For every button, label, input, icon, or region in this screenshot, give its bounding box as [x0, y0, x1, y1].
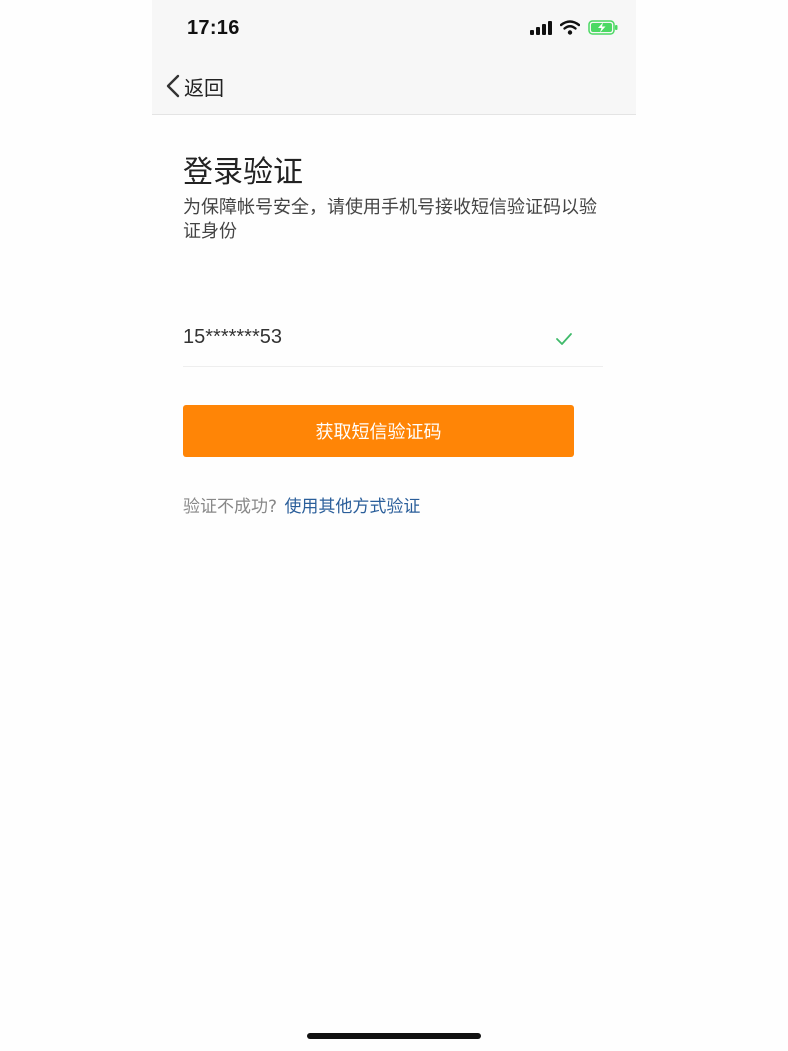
battery-charging-icon [588, 20, 618, 35]
home-indicator[interactable] [307, 1033, 481, 1039]
back-label: 返回 [184, 75, 224, 100]
back-button[interactable]: 返回 [166, 70, 224, 102]
status-time: 17:16 [187, 17, 240, 39]
page-title: 登录验证 [183, 155, 303, 190]
chevron-left-icon [166, 74, 180, 98]
alternative-verification-row: 验证不成功? 使用其他方式验证 [183, 492, 420, 517]
get-sms-code-button[interactable]: 获取短信验证码 [183, 405, 574, 457]
status-icons [530, 20, 618, 35]
wifi-icon [560, 20, 580, 35]
phone-number-value: 15*******53 [183, 326, 282, 348]
top-bar: 17:16 返回 [152, 0, 636, 115]
page-description: 为保障帐号安全，请使用手机号接收短信验证码以验证身份 [183, 197, 597, 242]
check-icon [556, 333, 572, 345]
login-verification-screen: 17:16 返回 登录验证 为保障帐号安全，请使用手机号接收短信验证码以验证身份… [0, 0, 788, 1051]
alternative-prompt: 验证不成功? [183, 497, 278, 517]
signal-icon [530, 20, 552, 35]
other-verification-link[interactable]: 使用其他方式验证 [284, 497, 420, 517]
phone-number-field: 15*******53 [183, 318, 603, 367]
